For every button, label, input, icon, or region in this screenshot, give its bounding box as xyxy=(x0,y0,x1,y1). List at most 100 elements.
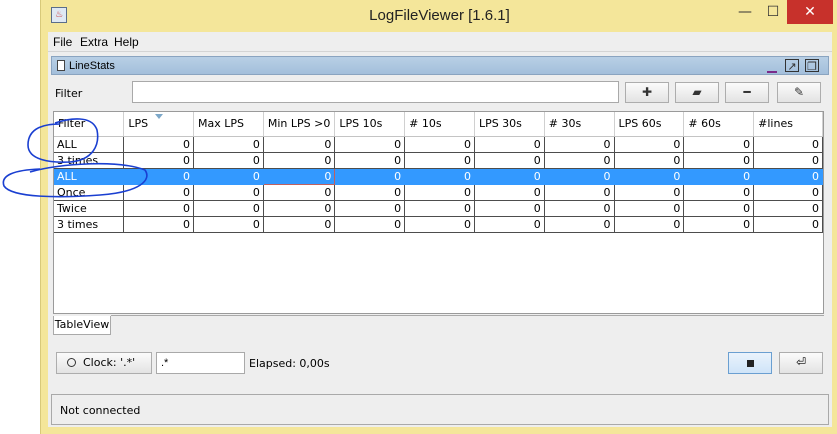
value-cell[interactable]: 0 xyxy=(263,184,336,201)
column-header[interactable]: LPS 30s xyxy=(474,112,545,137)
value-cell[interactable]: 0 xyxy=(683,152,755,169)
value-cell[interactable]: 0 xyxy=(404,200,475,217)
internal-frame-header[interactable]: LineStats ↗ ❐ xyxy=(51,56,829,75)
value-cell[interactable]: 0 xyxy=(263,136,336,153)
maximize-button[interactable]: ☐ xyxy=(759,0,787,24)
value-cell[interactable]: 0 xyxy=(614,184,685,201)
column-header[interactable]: # 60s xyxy=(683,112,755,137)
value-cell[interactable]: 0 xyxy=(123,168,194,185)
value-cell[interactable]: 0 xyxy=(262,167,336,185)
value-cell[interactable]: 0 xyxy=(123,152,194,169)
remove-filter-button[interactable]: ━ xyxy=(725,82,769,103)
value-cell[interactable]: 0 xyxy=(614,200,685,217)
value-cell[interactable]: 0 xyxy=(614,216,685,233)
value-cell[interactable]: 0 xyxy=(334,184,406,201)
menu-extra[interactable]: Extra xyxy=(80,35,108,49)
value-cell[interactable]: 0 xyxy=(474,152,545,169)
value-cell[interactable]: 0 xyxy=(193,216,264,233)
export-button[interactable]: ⏎ xyxy=(779,352,823,374)
title-bar[interactable]: ♨ LogFileViewer [1.6.1] — ☐ ✕ xyxy=(41,0,837,32)
value-cell[interactable]: 0 xyxy=(193,184,264,201)
table-row[interactable]: ALL 0 0 0 0 0 0 0 0 0 0 xyxy=(54,136,823,153)
table-row[interactable]: 3 times 0 0 0 0 0 0 0 0 0 0 xyxy=(54,152,823,169)
value-cell[interactable]: 0 xyxy=(123,216,194,233)
value-cell[interactable]: 0 xyxy=(404,136,475,153)
clock-button[interactable]: Clock: '.*' xyxy=(56,352,152,374)
value-cell[interactable]: 0 xyxy=(544,152,615,169)
tab-tableview[interactable]: TableView xyxy=(53,316,111,335)
value-cell[interactable]: 0 xyxy=(334,216,406,233)
value-cell[interactable]: 0 xyxy=(544,200,615,217)
filter-cell[interactable]: ALL xyxy=(54,136,125,153)
value-cell[interactable]: 0 xyxy=(123,136,194,153)
value-cell[interactable]: 0 xyxy=(544,136,615,153)
edit-filter-button[interactable]: ✎ xyxy=(777,82,821,103)
filter-cell[interactable]: Once xyxy=(54,184,125,201)
linestats-table[interactable]: Filter LPS Max LPS Min LPS >0 LPS 10s # 10s LP… xyxy=(53,111,824,314)
value-cell[interactable]: 0 xyxy=(123,200,194,217)
column-header[interactable]: Max LPS xyxy=(193,112,264,137)
value-cell[interactable]: 0 xyxy=(193,152,264,169)
value-cell[interactable]: 0 xyxy=(753,216,823,233)
value-cell[interactable]: 0 xyxy=(683,168,755,185)
value-cell[interactable]: 0 xyxy=(334,152,406,169)
value-cell[interactable]: 0 xyxy=(753,184,823,201)
clock-pattern-input[interactable] xyxy=(156,352,245,374)
open-filter-button[interactable]: ▰ xyxy=(675,82,719,103)
table-row[interactable]: ALL 0 0 0 0 0 0 0 0 0 0 xyxy=(54,167,823,185)
value-cell[interactable]: 0 xyxy=(683,184,755,201)
minimize-button[interactable]: — xyxy=(731,0,759,24)
value-cell[interactable]: 0 xyxy=(753,200,823,217)
value-cell[interactable]: 0 xyxy=(753,152,823,169)
value-cell[interactable]: 0 xyxy=(123,184,194,201)
filter-cell[interactable]: 3 times xyxy=(54,216,125,233)
column-header[interactable]: Min LPS >0 xyxy=(263,112,336,137)
value-cell[interactable]: 0 xyxy=(683,136,755,153)
value-cell[interactable]: 0 xyxy=(683,200,755,217)
value-cell[interactable]: 0 xyxy=(334,168,406,185)
value-cell[interactable]: 0 xyxy=(404,152,475,169)
column-header[interactable]: LPS 10s xyxy=(334,112,406,137)
column-header[interactable]: LPS 60s xyxy=(614,112,685,137)
maximize-frame-icon[interactable]: ↗ xyxy=(785,59,799,73)
value-cell[interactable]: 0 xyxy=(753,168,823,185)
value-cell[interactable]: 0 xyxy=(614,152,685,169)
value-cell[interactable]: 0 xyxy=(404,184,475,201)
filter-cell[interactable]: Twice xyxy=(54,200,125,217)
table-grid[interactable]: Filter LPS Max LPS Min LPS >0 LPS 10s # 10s LP… xyxy=(54,112,823,233)
value-cell[interactable]: 0 xyxy=(474,200,545,217)
value-cell[interactable]: 0 xyxy=(404,168,475,185)
value-cell[interactable]: 0 xyxy=(193,136,264,153)
value-cell[interactable]: 0 xyxy=(334,200,406,217)
column-header[interactable]: # 30s xyxy=(544,112,615,137)
value-cell[interactable]: 0 xyxy=(193,200,264,217)
value-cell[interactable]: 0 xyxy=(474,184,545,201)
column-header[interactable]: #lines xyxy=(753,112,823,137)
value-cell[interactable]: 0 xyxy=(614,168,685,185)
value-cell[interactable]: 0 xyxy=(404,216,475,233)
value-cell[interactable]: 0 xyxy=(193,168,264,185)
restore-frame-icon[interactable]: ❐ xyxy=(805,59,819,73)
filter-cell[interactable]: 3 times xyxy=(54,152,125,169)
add-filter-button[interactable]: ✚ xyxy=(625,82,669,103)
value-cell[interactable]: 0 xyxy=(474,168,545,185)
menu-file[interactable]: File xyxy=(53,35,72,49)
filter-input[interactable] xyxy=(132,81,619,103)
value-cell[interactable]: 0 xyxy=(544,168,615,185)
menu-help[interactable]: Help xyxy=(114,35,139,49)
close-button[interactable]: ✕ xyxy=(787,0,833,24)
iconify-icon[interactable] xyxy=(767,63,777,73)
value-cell[interactable]: 0 xyxy=(263,200,336,217)
column-header[interactable]: # 10s xyxy=(404,112,475,137)
table-row[interactable]: Once 0 0 0 0 0 0 0 0 0 0 xyxy=(54,184,823,201)
value-cell[interactable]: 0 xyxy=(263,216,336,233)
column-header[interactable]: Filter xyxy=(54,112,125,137)
value-cell[interactable]: 0 xyxy=(474,216,545,233)
filter-cell[interactable]: ALL xyxy=(54,168,125,185)
value-cell[interactable]: 0 xyxy=(683,216,755,233)
value-cell[interactable]: 0 xyxy=(544,184,615,201)
table-row[interactable]: 3 times 0 0 0 0 0 0 0 0 0 0 xyxy=(54,216,823,233)
value-cell[interactable]: 0 xyxy=(263,152,336,169)
value-cell[interactable]: 0 xyxy=(334,136,406,153)
value-cell[interactable]: 0 xyxy=(753,136,823,153)
